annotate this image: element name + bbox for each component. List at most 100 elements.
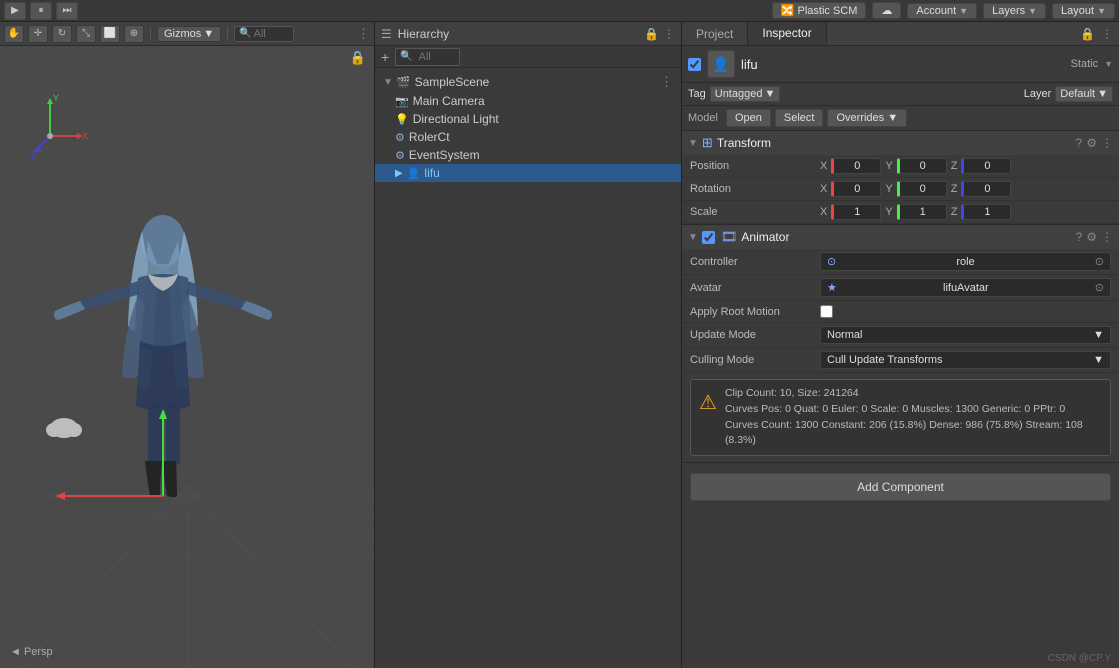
main-layout: ✋ ✛ ↻ ⤡ ⬜ ⊕ Gizmos ▼ 🔍 ⋮	[0, 22, 1119, 668]
hierarchy-header-icons[interactable]: 🔒 ⋮	[644, 27, 675, 41]
controller-label: Controller	[690, 256, 820, 268]
position-y[interactable]: 0	[897, 158, 947, 174]
hand-tool-button[interactable]: ✋	[4, 25, 24, 43]
z-axis-label: Z	[951, 183, 958, 195]
transform-help-icon[interactable]: ?	[1076, 136, 1083, 150]
rect-tool-button[interactable]: ⬜	[100, 25, 120, 43]
gizmos-button[interactable]: Gizmos ▼	[157, 26, 221, 42]
transform-icon: ⊞	[702, 135, 713, 151]
update-mode-select[interactable]: Normal ▼	[820, 326, 1111, 344]
tag-layer-row: Tag Untagged ▼ Layer Default ▼	[682, 83, 1119, 106]
x-axis-label: X	[820, 183, 827, 195]
scene-options-icon[interactable]: ⋮	[660, 74, 673, 90]
tab-project[interactable]: Project	[682, 22, 748, 45]
hierarchy-item-samplescene[interactable]: ▼ 🎬 SampleScene ⋮	[375, 72, 681, 92]
animator-settings-icon[interactable]: ⚙	[1086, 230, 1097, 244]
play-button[interactable]: ▶	[4, 2, 26, 20]
animator-header[interactable]: ▼ 🎞 Animator ? ⚙ ⋮	[682, 225, 1119, 249]
animator-active-toggle[interactable]	[702, 231, 715, 244]
transform-tool-button[interactable]: ⊕	[124, 25, 144, 43]
avatar-value: ★ lifuAvatar ⊙	[820, 278, 1111, 297]
tag-select[interactable]: Untagged ▼	[710, 86, 781, 102]
apply-root-motion-row: Apply Root Motion	[682, 301, 1119, 323]
rotate-tool-button[interactable]: ↻	[52, 25, 72, 43]
transform-menu-icon[interactable]: ⋮	[1101, 136, 1113, 150]
scene-menu-button[interactable]: ⋮	[357, 26, 370, 42]
scale-tool-button[interactable]: ⤡	[76, 25, 96, 43]
scale-x[interactable]: 1	[831, 204, 881, 220]
hierarchy-menu-icon[interactable]: ⋮	[663, 27, 675, 41]
rotation-x[interactable]: 0	[831, 181, 881, 197]
overrides-button[interactable]: Overrides ▼	[827, 109, 907, 127]
watermark: CSDN @CP.Y	[1048, 653, 1111, 664]
position-x[interactable]: 0	[831, 158, 881, 174]
transform-settings-icon[interactable]: ⚙	[1086, 136, 1097, 150]
transform-expand-icon: ▼	[688, 138, 698, 149]
expand-arrow-icon: ▼	[383, 77, 393, 88]
controller-field[interactable]: ⊙ role ⊙	[820, 252, 1111, 271]
animator-icon: 🎞	[721, 229, 738, 245]
hierarchy-label: lifu	[424, 166, 439, 180]
rotation-z[interactable]: 0	[961, 181, 1011, 197]
account-button[interactable]: Account ▼	[907, 3, 977, 19]
svg-text:Y: Y	[53, 93, 59, 103]
avatar-field[interactable]: ★ lifuAvatar ⊙	[820, 278, 1111, 297]
scene-search-input[interactable]	[254, 28, 289, 40]
culling-mode-select[interactable]: Cull Update Transforms ▼	[820, 351, 1111, 369]
hierarchy-list: ▼ 🎬 SampleScene ⋮ 📷 Main Camera 💡 Direct…	[375, 68, 681, 668]
plastic-scm-button[interactable]: 🔀 Plastic SCM	[772, 2, 867, 19]
scale-z[interactable]: 1	[961, 204, 1011, 220]
scene-search-box[interactable]: 🔍	[234, 26, 293, 42]
object-name[interactable]: lifu	[741, 57, 1065, 72]
tab-inspector[interactable]: Inspector	[748, 22, 826, 45]
animator-section: ▼ 🎞 Animator ? ⚙ ⋮ Controller ⊙	[682, 225, 1119, 463]
move-tool-button[interactable]: ✛	[28, 25, 48, 43]
object-icon: 👤	[712, 56, 729, 73]
inspector-menu-icon[interactable]: ⋮	[1101, 27, 1113, 41]
position-z[interactable]: 0	[961, 158, 1011, 174]
scale-y[interactable]: 1	[897, 204, 947, 220]
hierarchy-title: Hierarchy	[398, 27, 449, 41]
cloud-icon: ☁	[881, 4, 892, 17]
z-axis-label: Z	[951, 160, 958, 172]
hierarchy-search-box[interactable]: 🔍	[395, 48, 459, 66]
hierarchy-search-input[interactable]	[415, 50, 455, 64]
update-mode-label: Update Mode	[690, 329, 820, 341]
animator-help-icon[interactable]: ?	[1076, 230, 1083, 244]
layers-button[interactable]: Layers ▼	[983, 3, 1046, 19]
hierarchy-lock-icon[interactable]: 🔒	[644, 27, 659, 41]
rotation-y[interactable]: 0	[897, 181, 947, 197]
layer-select[interactable]: Default ▼	[1055, 86, 1113, 102]
static-arrow-icon[interactable]: ▼	[1104, 59, 1113, 69]
account-arrow-icon: ▼	[959, 6, 968, 16]
position-label: Position	[690, 160, 820, 172]
avatar-target-icon[interactable]: ⊙	[1095, 281, 1104, 294]
controller-target-icon[interactable]: ⊙	[1095, 255, 1104, 268]
lock-icon[interactable]: 🔒	[350, 50, 366, 66]
inspector-lock-icon[interactable]: 🔒	[1080, 27, 1095, 41]
hierarchy-item-eventsystem[interactable]: ⚙ EventSystem	[375, 146, 681, 164]
hierarchy-icon: ☰	[381, 27, 392, 41]
gameobject-icon: ⚙	[395, 131, 405, 144]
animator-expand-icon: ▼	[688, 232, 698, 243]
transform-header[interactable]: ▼ ⊞ Transform ? ⚙ ⋮	[682, 131, 1119, 155]
hierarchy-item-rolerct[interactable]: ⚙ RolerCt	[375, 128, 681, 146]
cloud-button[interactable]: ☁	[872, 2, 901, 19]
pause-button[interactable]: ⏸	[30, 2, 52, 20]
hierarchy-add-button[interactable]: +	[379, 49, 391, 65]
open-button[interactable]: Open	[726, 109, 771, 127]
hierarchy-item-lifu[interactable]: ▶ 👤 lifu	[375, 164, 681, 182]
add-component-button[interactable]: Add Component	[690, 473, 1111, 501]
playback-controls: ▶ ⏸ ⏭	[4, 2, 78, 20]
apply-root-motion-checkbox[interactable]	[820, 305, 833, 318]
character-icon: 👤	[407, 167, 421, 180]
active-toggle[interactable]	[688, 58, 701, 71]
layout-button[interactable]: Layout ▼	[1052, 3, 1115, 19]
y-axis-label: Y	[885, 160, 892, 172]
select-button[interactable]: Select	[775, 109, 824, 127]
hierarchy-item-maincamera[interactable]: 📷 Main Camera	[375, 92, 681, 110]
hierarchy-item-directionallight[interactable]: 💡 Directional Light	[375, 110, 681, 128]
step-button[interactable]: ⏭	[56, 2, 78, 20]
animator-menu-icon[interactable]: ⋮	[1101, 230, 1113, 244]
scene-view[interactable]: Y X Z 🔒	[0, 46, 374, 668]
